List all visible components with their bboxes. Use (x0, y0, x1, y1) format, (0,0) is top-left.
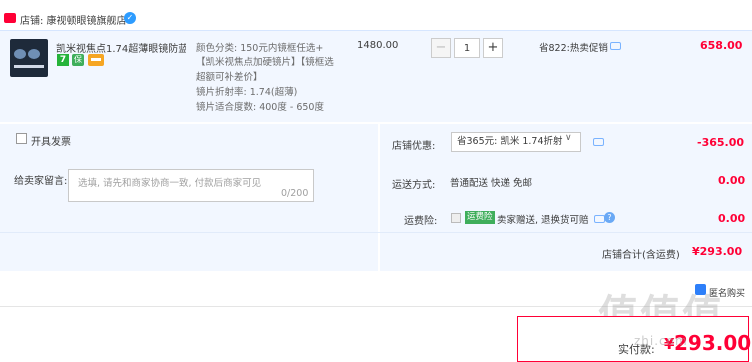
guarantee-badge-icon: 保 (72, 54, 84, 66)
shipping-method: 普通配送 快递 免邮 (450, 178, 533, 189)
invoice-checkbox[interactable] (16, 133, 27, 144)
product-title[interactable]: 凯米视焦点1.74超薄眼镜防蓝... (56, 40, 186, 55)
promotion-text: 省822:热卖促销 (539, 43, 608, 54)
sku-line: 【凯米视焦点加硬镜片】【镜框选 (196, 57, 334, 68)
insurance-text: 卖家赠送, 退换货可赔 (497, 215, 589, 226)
quantity-input[interactable] (454, 38, 480, 58)
sku-line: 镜片折射率: 1.74(超薄) (196, 87, 298, 98)
shop-name[interactable]: 店铺: 康视顿眼镜旗舰店 (20, 12, 127, 27)
coupon-label: 店铺优惠: (392, 141, 436, 152)
seller-note-char-count: 0/200 (281, 188, 309, 199)
insurance-label: 运费险: (404, 216, 438, 227)
seller-note-label: 给卖家留言: (14, 176, 68, 187)
divider (378, 124, 380, 232)
shipping-amount: 0.00 (718, 174, 746, 187)
item-total-price: 658.00 (700, 39, 743, 52)
insurance-amount: 0.00 (718, 212, 746, 225)
product-thumbnail[interactable] (10, 39, 48, 77)
subtotal-amount: ¥293.00 (692, 245, 743, 258)
shop-coupon-select[interactable]: 省365元: 凯米 1.74折射 (451, 132, 581, 152)
chevron-down-icon: ∨ (565, 133, 572, 143)
help-icon[interactable]: ? (604, 212, 615, 223)
coupon-discount-amount: -365.00 (697, 136, 745, 149)
credit-card-badge-icon (88, 54, 104, 66)
seller-note-placeholder: 选填, 请先和商家协商一致, 付款后商家可见 (78, 178, 262, 189)
chat-icon[interactable] (610, 42, 621, 50)
subtotal-label: 店铺合计(含运费) (602, 250, 680, 261)
insurance-checkbox (451, 213, 461, 223)
sku-line: 镜片适合度数: 400度 - 650度 (196, 102, 324, 113)
watermark-site: zhi.com (634, 334, 688, 348)
seven-day-return-badge-icon: 7 (57, 54, 69, 66)
unit-price: 1480.00 (357, 40, 399, 51)
quantity-increase-button[interactable]: + (483, 38, 503, 58)
verified-icon: ✓ (124, 12, 136, 24)
insurance-tag: 运费险 (465, 211, 495, 224)
shop-icon (4, 13, 16, 23)
sku-line: 颜色分类: 150元内镜框任选+ (196, 43, 324, 54)
quantity-decrease-button[interactable]: − (431, 38, 451, 58)
invoice-label[interactable]: 开具发票 (31, 133, 71, 148)
shipping-label: 运送方式: (392, 180, 436, 191)
sku-line: 超额可补差价】 (196, 72, 263, 83)
chat-icon[interactable] (593, 138, 604, 146)
